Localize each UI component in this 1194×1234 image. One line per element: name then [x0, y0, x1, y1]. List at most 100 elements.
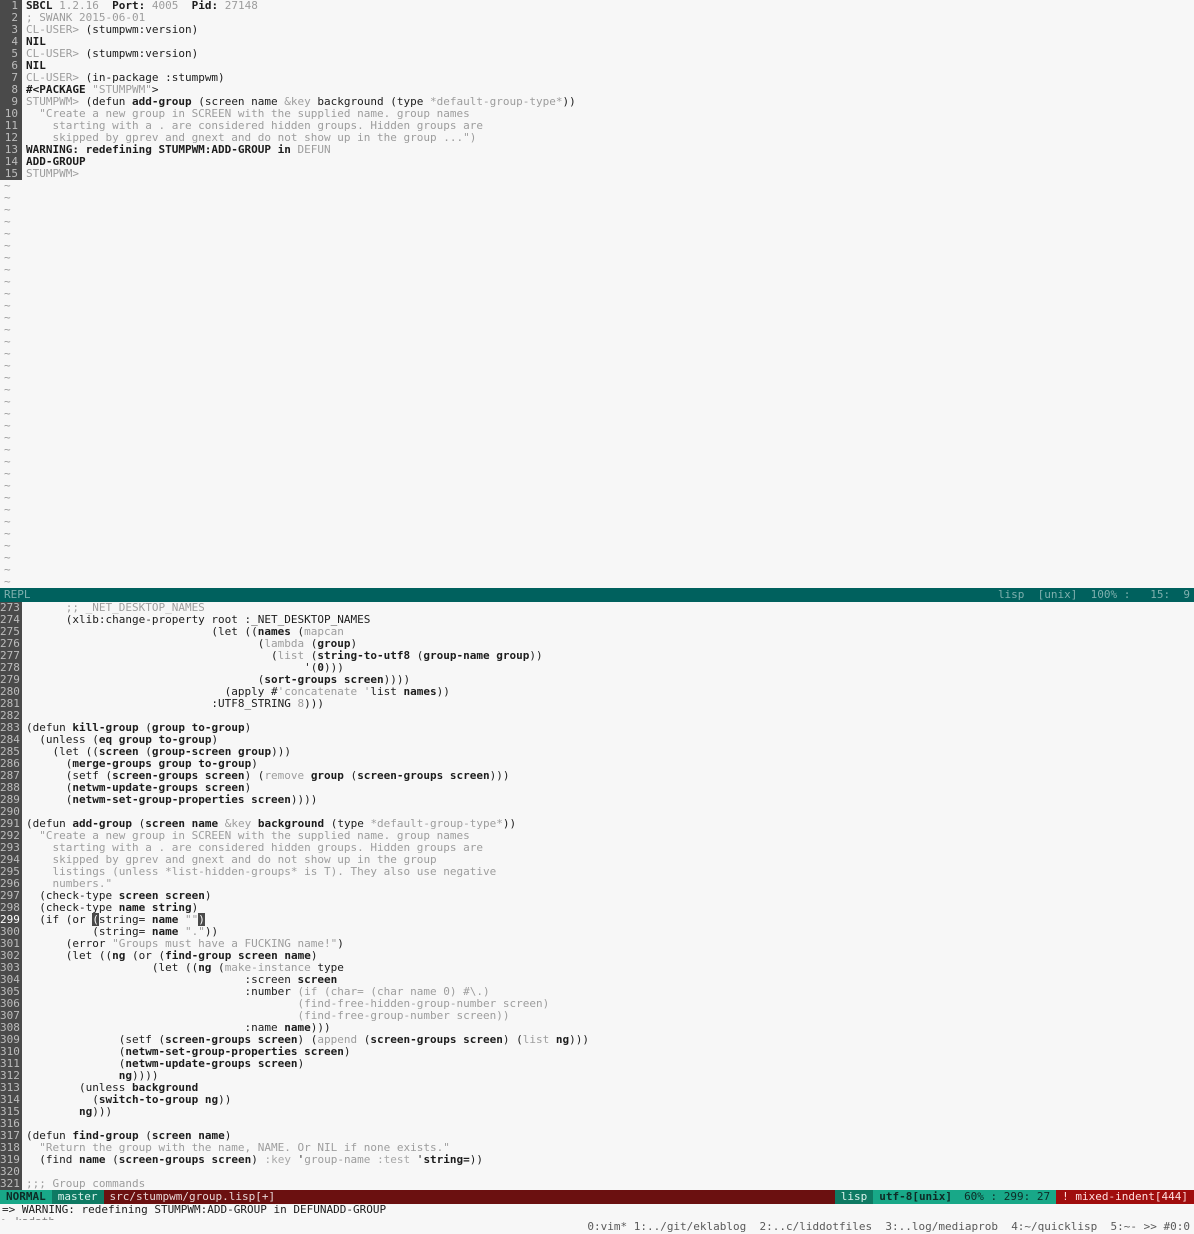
code-token: ))): [271, 745, 291, 758]
code-line[interactable]: 311 (netwm-update-groups screen): [0, 1058, 1194, 1070]
code-line[interactable]: 1 SBCL 1.2.16 Port: 4005 Pid: 27148: [0, 0, 1194, 12]
code-token: screen: [449, 769, 490, 782]
code-token: ': [357, 685, 371, 698]
code-token: ))): [569, 1033, 590, 1046]
code-token: ))): [304, 697, 325, 710]
code-token: 27148: [218, 0, 258, 12]
empty-line-marker: ~: [0, 552, 1194, 564]
cursor-position: 60% : 299: 27: [958, 1190, 1057, 1204]
empty-line-marker: ~: [0, 384, 1194, 396]
code-line[interactable]: 3 CL-USER> (stumpwm:version): [0, 24, 1194, 36]
statusline-filler: [281, 1190, 835, 1204]
empty-line-marker: ~: [0, 324, 1194, 336]
code-token: screen-groups: [357, 769, 444, 782]
code-token: netwm-set-group-properties: [72, 793, 245, 806]
empty-line-marker: ~: [0, 336, 1194, 348]
code-token: :UTF8_STRING: [26, 697, 298, 710]
code-token: group-name: [304, 1153, 371, 1166]
empty-line-marker: ~: [0, 372, 1194, 384]
code-token: ): [244, 721, 252, 734]
empty-line-marker: ~: [0, 288, 1194, 300]
code-text: (netwm-set-group-properties screen)))): [22, 793, 318, 806]
code-token: )): [436, 685, 450, 698]
code-line[interactable]: 315 ng))): [0, 1106, 1194, 1118]
code-text: :UTF8_STRING 8))): [22, 698, 324, 710]
code-line[interactable]: 281 :UTF8_STRING 8))): [0, 698, 1194, 710]
code-line[interactable]: 295 listings (unless *list-hidden-groups…: [0, 866, 1194, 878]
code-token: ): [337, 937, 344, 950]
repl-window-name: REPL: [4, 588, 31, 601]
tmux-statusline[interactable]: 0:vim* 1:../git/eklablog 2:..c/liddotfil…: [0, 1220, 1194, 1234]
mixed-indent-warning: ! mixed-indent[444]: [1056, 1190, 1194, 1204]
code-token: ): [204, 889, 212, 902]
code-token: )): [218, 1093, 232, 1106]
git-branch-indicator: master: [51, 1190, 104, 1204]
code-token: switch-to-group: [98, 1093, 199, 1106]
code-line[interactable]: 5 CL-USER> (stumpwm:version): [0, 48, 1194, 60]
code-token: )): [469, 1153, 484, 1166]
code-token: ) (: [502, 1033, 523, 1046]
code-line[interactable]: 320: [0, 1166, 1194, 1178]
code-token: list: [522, 1033, 550, 1046]
code-token: screen: [211, 1153, 252, 1166]
code-line[interactable]: 15 STUMPWM>: [0, 168, 1194, 180]
code-token: ng: [204, 1093, 219, 1106]
empty-line-marker: ~: [0, 240, 1194, 252]
code-token: screen: [257, 1057, 298, 1070]
empty-line-marker: ~: [0, 456, 1194, 468]
code-token: :key: [264, 1153, 291, 1166]
code-line[interactable]: 7 CL-USER> (in-package :stumpwm): [0, 72, 1194, 84]
code-line[interactable]: 314 (switch-to-group ng)): [0, 1094, 1194, 1106]
repl-window-statusline: REPL lisp [unix] 100% : 15: 9: [0, 588, 1194, 602]
code-token: ': [410, 1153, 424, 1166]
code-token: )): [562, 95, 576, 108]
code-token: group-name: [423, 649, 490, 662]
empty-line-marker: ~: [0, 360, 1194, 372]
code-token: )))): [290, 793, 318, 806]
code-token: group: [310, 769, 344, 782]
code-token: (: [105, 1153, 119, 1166]
code-line[interactable]: 13 WARNING: redefining STUMPWM:ADD-GROUP …: [0, 144, 1194, 156]
code-text: ng))): [22, 1106, 112, 1118]
code-token: screen-groups: [118, 1153, 205, 1166]
code-token: (stumpwm:version): [78, 47, 199, 60]
code-line[interactable]: 321 ;;; Group commands: [0, 1178, 1194, 1190]
code-line[interactable]: 319 (find name (screen-groups screen) :k…: [0, 1154, 1194, 1166]
code-token: )): [529, 649, 543, 662]
empty-line-marker: ~: [0, 228, 1194, 240]
empty-line-marker: ~: [0, 252, 1194, 264]
empty-line-marker: ~: [0, 348, 1194, 360]
code-token: ))): [92, 1105, 113, 1118]
code-text: CL-USER> (stumpwm:version): [22, 24, 198, 36]
empty-line-marker: ~: [0, 192, 1194, 204]
code-token: (: [26, 793, 73, 806]
empty-line-marker: ~: [0, 204, 1194, 216]
code-token: string=: [423, 1153, 470, 1166]
code-token: names: [403, 685, 437, 698]
source-pane[interactable]: 273 ;; _NET_DESKTOP_NAMES 274 (xlib:chang…: [0, 602, 1194, 1190]
code-token: ): [343, 1045, 351, 1058]
repl-pane[interactable]: 1 SBCL 1.2.16 Port: 4005 Pid: 27148 2; SWA…: [0, 0, 1194, 588]
empty-line-marker: ~: [0, 492, 1194, 504]
empty-line-marker: ~: [0, 396, 1194, 408]
empty-line-marker: ~: [0, 444, 1194, 456]
empty-line-marker: ~: [0, 264, 1194, 276]
code-line[interactable]: 289 (netwm-set-group-properties screen))…: [0, 794, 1194, 806]
empty-line-marker: ~: [0, 408, 1194, 420]
code-token: Pid:: [191, 0, 219, 12]
empty-line-marker: ~: [0, 312, 1194, 324]
empty-line-marker: ~: [0, 516, 1194, 528]
empty-line-marker: ~: [0, 576, 1194, 588]
code-line[interactable]: 14 ADD-GROUP: [0, 156, 1194, 168]
code-token: remove: [264, 769, 305, 782]
code-token: list: [370, 685, 397, 698]
empty-line-marker: ~: [0, 540, 1194, 552]
empty-line-marker: ~: [0, 480, 1194, 492]
code-token: 4005: [145, 0, 179, 12]
code-token: (: [410, 649, 424, 662]
line-number: 321: [0, 1178, 22, 1190]
